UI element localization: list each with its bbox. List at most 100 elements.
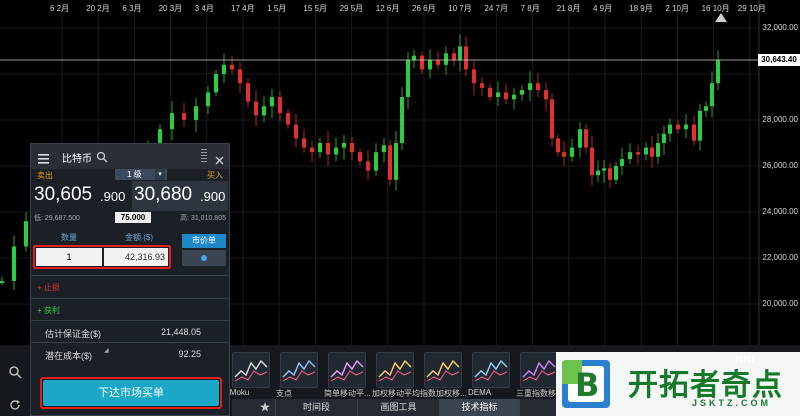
current-price-label: 30,643.40 bbox=[758, 54, 800, 66]
candle-body bbox=[584, 129, 588, 148]
quantity-header: 数量 bbox=[61, 233, 77, 242]
candle-body bbox=[452, 53, 456, 61]
indicator-thumbnail[interactable] bbox=[232, 352, 270, 388]
scroll-marker-icon bbox=[715, 13, 727, 22]
candle-body bbox=[496, 92, 500, 97]
tab-favorites[interactable] bbox=[232, 399, 276, 416]
date-tick-label: 21 8月 bbox=[556, 4, 581, 13]
sell-price-button[interactable]: 30,605 .900 bbox=[32, 181, 130, 211]
panel-header: 比特币 bbox=[31, 144, 229, 169]
indicator-thumbnail[interactable] bbox=[424, 352, 462, 388]
price-tick-label: 32,000.00 bbox=[762, 23, 798, 32]
candle-body bbox=[350, 143, 354, 153]
margin-value: 21,448.05 bbox=[160, 327, 201, 337]
candle-body bbox=[428, 60, 432, 70]
candle-body bbox=[668, 124, 672, 134]
tab-time-period[interactable]: 时间段 bbox=[276, 399, 358, 416]
candle-body bbox=[458, 46, 462, 61]
instrument-title[interactable]: 比特币 bbox=[62, 150, 92, 165]
date-tick-label: 24 7月 bbox=[484, 4, 508, 13]
candle-body bbox=[342, 143, 346, 148]
candle-body bbox=[698, 110, 702, 141]
date-tick-label: 12 6月 bbox=[375, 4, 400, 13]
candle-body bbox=[400, 97, 404, 143]
candle-body bbox=[644, 147, 648, 155]
candle-body bbox=[636, 152, 640, 155]
candle-body bbox=[472, 69, 476, 84]
date-tick-label: 2 10月 bbox=[665, 4, 689, 13]
indicator-thumbnail[interactable] bbox=[376, 352, 414, 388]
candle-body bbox=[662, 133, 666, 143]
logo-letter: B bbox=[575, 366, 600, 404]
candle-body bbox=[536, 83, 540, 91]
close-icon[interactable] bbox=[215, 152, 224, 165]
refresh-icon[interactable] bbox=[8, 398, 22, 412]
candle-body bbox=[704, 106, 708, 111]
indicator-label: 简单移动平... bbox=[324, 389, 371, 398]
candle-body bbox=[480, 83, 484, 88]
candle-body bbox=[206, 92, 210, 107]
date-tick-label: 17 4月 bbox=[231, 4, 255, 13]
chevron-down-icon: ▾ bbox=[155, 169, 165, 180]
candle-body bbox=[620, 159, 624, 166]
candle-body bbox=[692, 124, 696, 141]
candle-body bbox=[326, 143, 330, 155]
indicator-thumbnail[interactable] bbox=[520, 352, 558, 388]
search-icon[interactable] bbox=[8, 365, 22, 379]
candle-body bbox=[366, 161, 370, 171]
date-tick-label: 26 6月 bbox=[412, 4, 436, 13]
stop-loss-toggle[interactable]: + 止损 bbox=[37, 282, 60, 293]
low-price: 低: 29,687.500 bbox=[34, 215, 80, 222]
date-tick-label: 15 5月 bbox=[303, 4, 327, 13]
indicator-label: 支点 bbox=[276, 389, 292, 398]
quantity-input[interactable]: 1 bbox=[36, 248, 102, 266]
candle-body bbox=[716, 60, 720, 84]
date-tick-label: 6 3月 bbox=[122, 4, 142, 13]
buy-price-suffix: .900 bbox=[200, 189, 226, 204]
date-tick-label: 10 7月 bbox=[448, 4, 472, 13]
amount-input[interactable]: 42,316.93 bbox=[104, 248, 168, 266]
row-divider bbox=[31, 275, 229, 276]
info-icon[interactable]: ◢ bbox=[104, 347, 109, 354]
menu-icon[interactable] bbox=[38, 151, 49, 164]
candle-body bbox=[578, 129, 582, 148]
candle-body bbox=[528, 83, 532, 91]
candle-body bbox=[382, 145, 386, 153]
drag-handle-icon[interactable] bbox=[201, 149, 207, 164]
candle-body bbox=[0, 281, 4, 283]
candle-body bbox=[520, 90, 524, 95]
candle-body bbox=[628, 152, 632, 160]
take-profit-toggle[interactable]: + 获利 bbox=[37, 305, 60, 316]
indicator-thumbnail[interactable] bbox=[328, 352, 366, 388]
candle-body bbox=[318, 143, 322, 153]
candle-body bbox=[614, 166, 618, 180]
indicator-thumbnail[interactable] bbox=[280, 352, 318, 388]
indicator-thumbnail[interactable] bbox=[472, 352, 510, 388]
indicator-label: DEMA bbox=[468, 388, 492, 397]
logo-icon: B bbox=[562, 360, 610, 408]
candle-body bbox=[650, 147, 654, 157]
order-type-toggle[interactable] bbox=[182, 250, 226, 266]
price-tick-label: 26,000.00 bbox=[762, 161, 798, 170]
candle-body bbox=[358, 152, 362, 162]
buy-price-button[interactable]: 30,680 .900 bbox=[132, 181, 228, 211]
buy-price-main: 30,680 bbox=[134, 184, 193, 205]
level-select[interactable]: 1 级 ▾ bbox=[115, 169, 167, 180]
candle-body bbox=[676, 124, 680, 130]
row-divider bbox=[31, 320, 229, 321]
candle-body bbox=[602, 168, 606, 171]
tab-technical-indicators[interactable]: 技术指标 bbox=[440, 399, 520, 416]
market-order-tab[interactable]: 市价单 bbox=[182, 234, 226, 248]
buy-label: 买入 bbox=[207, 171, 223, 180]
tab-drawing-tools[interactable]: 画图工具 bbox=[358, 399, 440, 416]
candle-body bbox=[544, 90, 548, 100]
watermark-url: JSKTZ.COM bbox=[692, 398, 772, 408]
search-icon[interactable] bbox=[96, 150, 108, 163]
date-tick-label: 4 9月 bbox=[593, 4, 613, 13]
candle-body bbox=[436, 60, 440, 65]
date-tick-label: 18 9月 bbox=[629, 4, 653, 13]
candle-body bbox=[246, 83, 250, 102]
place-market-buy-button[interactable]: 下达市场买单 bbox=[43, 380, 219, 406]
sell-price-main: 30,605 bbox=[34, 184, 93, 205]
candle-body bbox=[238, 69, 242, 84]
